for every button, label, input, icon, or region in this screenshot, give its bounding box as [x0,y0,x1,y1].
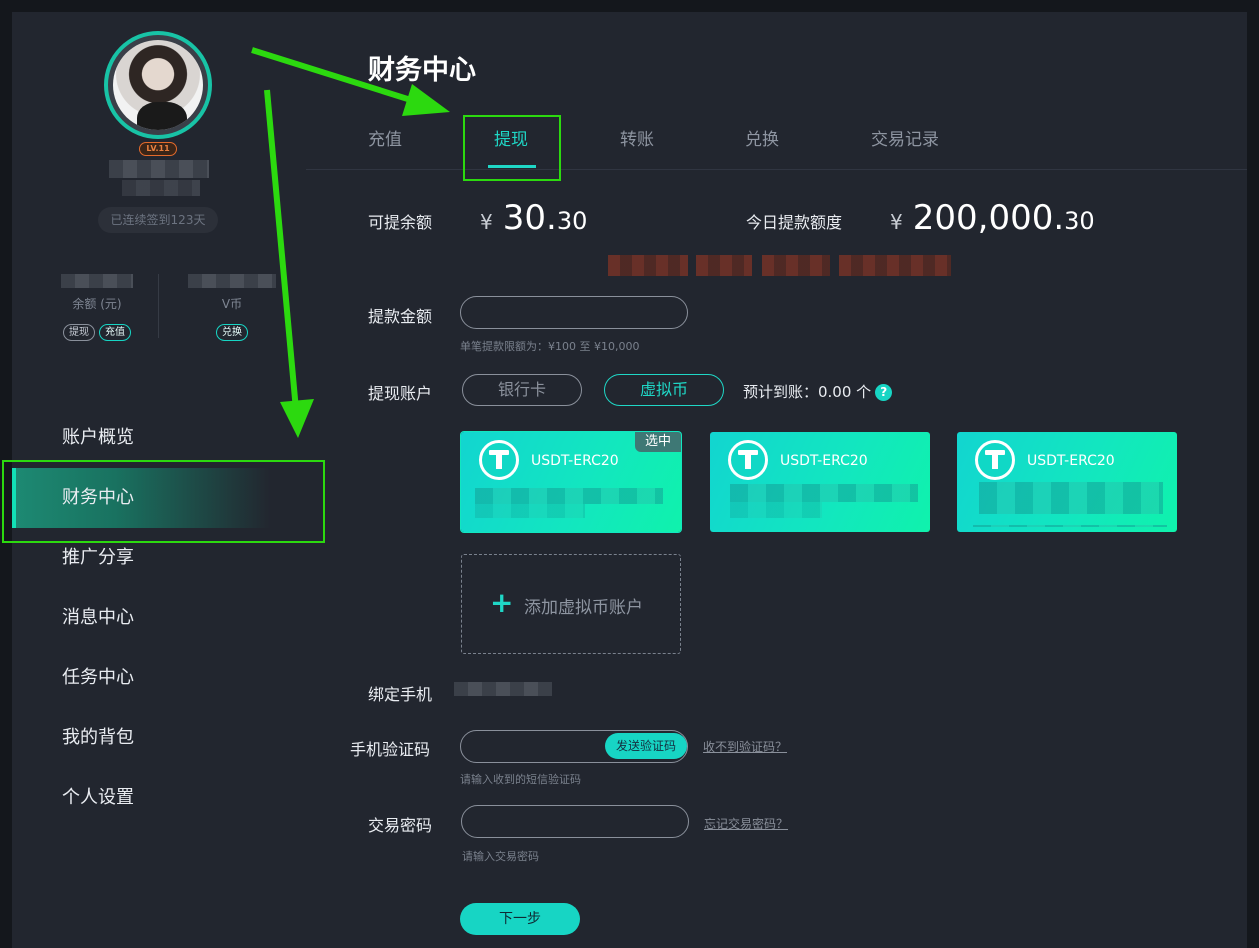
tabs-divider [306,169,1247,170]
crypto-account-card[interactable]: USDT-ERC20 选中 [461,432,681,532]
withdrawable-int: 30. [502,198,557,238]
card-underline [973,525,1167,527]
currency-symbol: ¥ [480,210,493,234]
sms-code-hint: 请输入收到的短信验证码 [460,773,581,786]
forgot-trade-password-link[interactable]: 忘记交易密码？ [704,815,788,832]
plus-icon: + [490,586,514,619]
balance-label: 余额 (元) [72,297,122,311]
crypto-option[interactable]: 虚拟币 [604,374,724,406]
add-crypto-account-label: 添加虚拟币账户 [524,598,643,618]
no-code-link[interactable]: 收不到验证码？ [703,738,787,755]
username-blurred [109,160,209,178]
estimated-arrival-text: 预计到账：0.00 个 [743,383,872,401]
tab-highlight-box [463,115,561,181]
daily-quota-dec: 30 [1064,207,1095,235]
redacted-notice [608,255,688,276]
vcoin-value-blurred [188,274,276,288]
withdraw-amount-input[interactable] [460,296,688,329]
crypto-account-card[interactable]: USDT-ERC20 [710,432,930,532]
redacted-notice [696,255,752,276]
card-name: USDT-ERC20 [780,453,868,469]
redacted-notice [839,255,951,276]
withdraw-tag-button[interactable]: 提现 [63,324,95,341]
user-id-blurred [122,180,200,196]
signin-streak-badge: 已连续签到123天 [98,207,218,233]
send-code-button[interactable]: 发送验证码 [605,733,687,759]
avatar[interactable] [113,40,203,130]
sms-code-label: 手机验证码 [350,740,431,759]
tab-transfer[interactable]: 转账 [620,125,654,150]
nav-highlight-box [2,460,325,543]
sidebar-item-account-overview[interactable]: 账户概览 [12,408,306,468]
phone-number-blurred [454,682,552,696]
vcoin-stat: V币 兑换 [182,295,282,341]
card-address-blurred [475,504,585,518]
card-address-blurred [730,502,822,518]
tab-exchange[interactable]: 兑换 [745,125,779,150]
daily-quota-amount: ¥200,000.30 [890,198,1095,238]
trade-password-label: 交易密码 [368,816,433,835]
help-icon[interactable]: ? [875,384,893,401]
sidebar-item-tasks[interactable]: 任务中心 [12,648,306,708]
exchange-tag-button[interactable]: 兑换 [216,324,248,341]
finance-panel: 财务中心 充值 提现 转账 兑换 交易记录 可提余额 ¥30.30 今日提款额度… [306,12,1247,948]
withdraw-account-label: 提现账户 [368,384,433,403]
tab-recharge[interactable]: 充值 [368,125,402,150]
next-step-button[interactable]: 下一步 [460,903,580,935]
bank-card-option[interactable]: 银行卡 [462,374,582,406]
withdrawable-dec: 30 [556,207,588,235]
currency-symbol: ¥ [890,210,903,234]
trade-password-input[interactable] [461,805,689,838]
stat-divider [158,274,159,338]
bound-phone-label: 绑定手机 [368,685,433,704]
vcoin-label: V币 [221,297,243,311]
withdrawable-label: 可提余额 [368,213,433,232]
page-title: 财务中心 [368,55,476,86]
tether-logo-icon [975,440,1015,480]
add-crypto-account-button[interactable]: + 添加虚拟币账户 [461,554,681,654]
withdraw-limit-hint: 单笔提款限额为：¥100 至 ¥10,000 [460,340,640,353]
withdrawable-amount: ¥30.30 [480,198,587,238]
level-badge: LV.11 [139,142,177,156]
card-name: USDT-ERC20 [531,453,619,469]
balance-value-blurred [61,274,133,288]
sidebar-item-backpack[interactable]: 我的背包 [12,708,306,768]
crypto-account-card[interactable]: USDT-ERC20 [957,432,1177,532]
tether-logo-icon [728,440,768,480]
daily-quota-int: 200,000. [912,198,1065,238]
recharge-tag-button[interactable]: 充值 [99,324,131,341]
card-address-blurred [979,482,1163,514]
tab-transaction-records[interactable]: 交易记录 [871,125,939,150]
card-address-blurred [730,484,918,502]
avatar-ring [104,31,212,139]
estimated-arrival: 预计到账：0.00 个? [743,381,893,402]
balance-stat: 余额 (元) 提现 充值 [45,295,149,341]
selected-tag: 选中 [635,432,681,452]
tether-logo-icon [479,440,519,480]
card-address-blurred [475,488,663,504]
trade-password-hint: 请输入交易密码 [462,850,539,863]
sidebar-item-settings[interactable]: 个人设置 [12,768,306,828]
card-name: USDT-ERC20 [1027,453,1115,469]
sidebar-item-messages[interactable]: 消息中心 [12,588,306,648]
redacted-notice [762,255,830,276]
daily-quota-label: 今日提款额度 [746,213,843,232]
withdraw-amount-label: 提款金额 [368,307,433,326]
